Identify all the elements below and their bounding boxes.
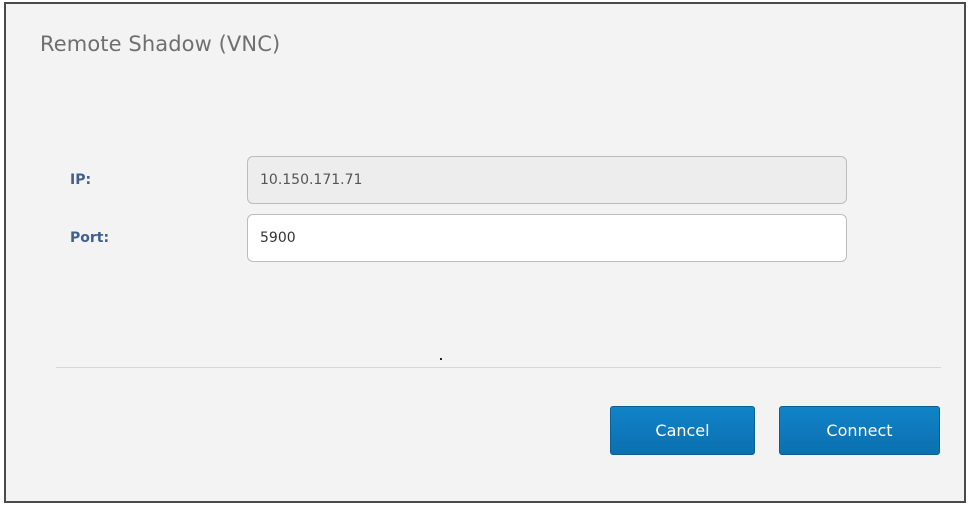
dialog-title: Remote Shadow (VNC)	[40, 32, 281, 56]
ip-field[interactable]	[247, 156, 847, 204]
remote-shadow-dialog: Remote Shadow (VNC) IP: Port: Cancel Con…	[4, 2, 966, 503]
footer-divider	[56, 367, 941, 368]
separator-dot	[440, 358, 442, 360]
connect-button[interactable]: Connect	[779, 406, 940, 455]
port-field[interactable]	[247, 214, 847, 262]
cancel-button[interactable]: Cancel	[610, 406, 755, 455]
ip-label: IP:	[70, 172, 92, 188]
port-label: Port:	[70, 230, 110, 246]
